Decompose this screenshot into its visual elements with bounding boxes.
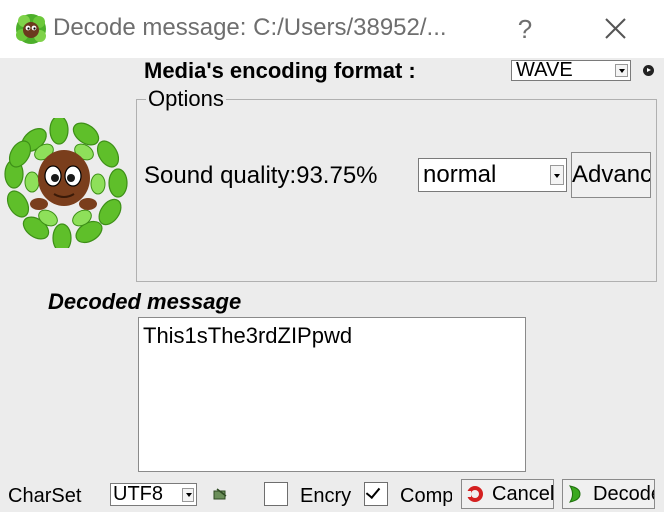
mascot-image: [4, 118, 128, 248]
quality-value: normal: [423, 161, 497, 188]
chevron-down-icon: [615, 64, 628, 77]
app-logo-icon: [16, 14, 46, 44]
decode-label: Decode: [593, 483, 654, 505]
cancel-label: Cancel: [492, 483, 554, 505]
chevron-down-icon: [550, 165, 564, 185]
advanced-button[interactable]: Advanced: [571, 152, 651, 198]
encoding-format-label: Media's encoding format :: [144, 58, 416, 83]
sound-quality-label: Sound quality:93.75%: [144, 162, 378, 189]
encoding-format-select[interactable]: WAVE: [511, 60, 631, 81]
encrypt-label: Encrypt: [300, 485, 352, 507]
decoded-message-label: Decoded message: [48, 289, 242, 314]
bottom-bar: CharSet UTF8 Encrypt Compress Cancel Dec…: [0, 474, 664, 512]
decoded-message-textarea[interactable]: This1sThe3rdZIPpwd: [138, 317, 526, 472]
charset-select[interactable]: UTF8: [110, 483, 197, 506]
charset-value: UTF8: [113, 483, 163, 505]
chevron-down-icon: [182, 488, 194, 502]
compress-label: Compress: [400, 485, 452, 507]
charset-label: CharSet: [8, 485, 82, 507]
encrypt-checkbox[interactable]: [264, 482, 288, 506]
play-info-icon[interactable]: [643, 65, 654, 76]
decode-icon: [568, 485, 581, 503]
quality-select[interactable]: normal: [418, 158, 567, 192]
cancel-button[interactable]: Cancel: [461, 479, 554, 509]
encoding-format-value: WAVE: [516, 60, 573, 81]
charset-edit-icon[interactable]: [212, 486, 228, 502]
window-title: Decode message: C:/Users/38952/...: [53, 14, 447, 41]
options-legend: Options: [146, 86, 226, 112]
help-button[interactable]: ?: [510, 12, 540, 46]
close-icon[interactable]: [598, 12, 632, 46]
cancel-icon: [465, 486, 483, 502]
compress-checkbox[interactable]: [364, 482, 388, 506]
decode-button[interactable]: Decode: [562, 479, 655, 509]
title-bar: Decode message: C:/Users/38952/... ?: [0, 0, 664, 58]
